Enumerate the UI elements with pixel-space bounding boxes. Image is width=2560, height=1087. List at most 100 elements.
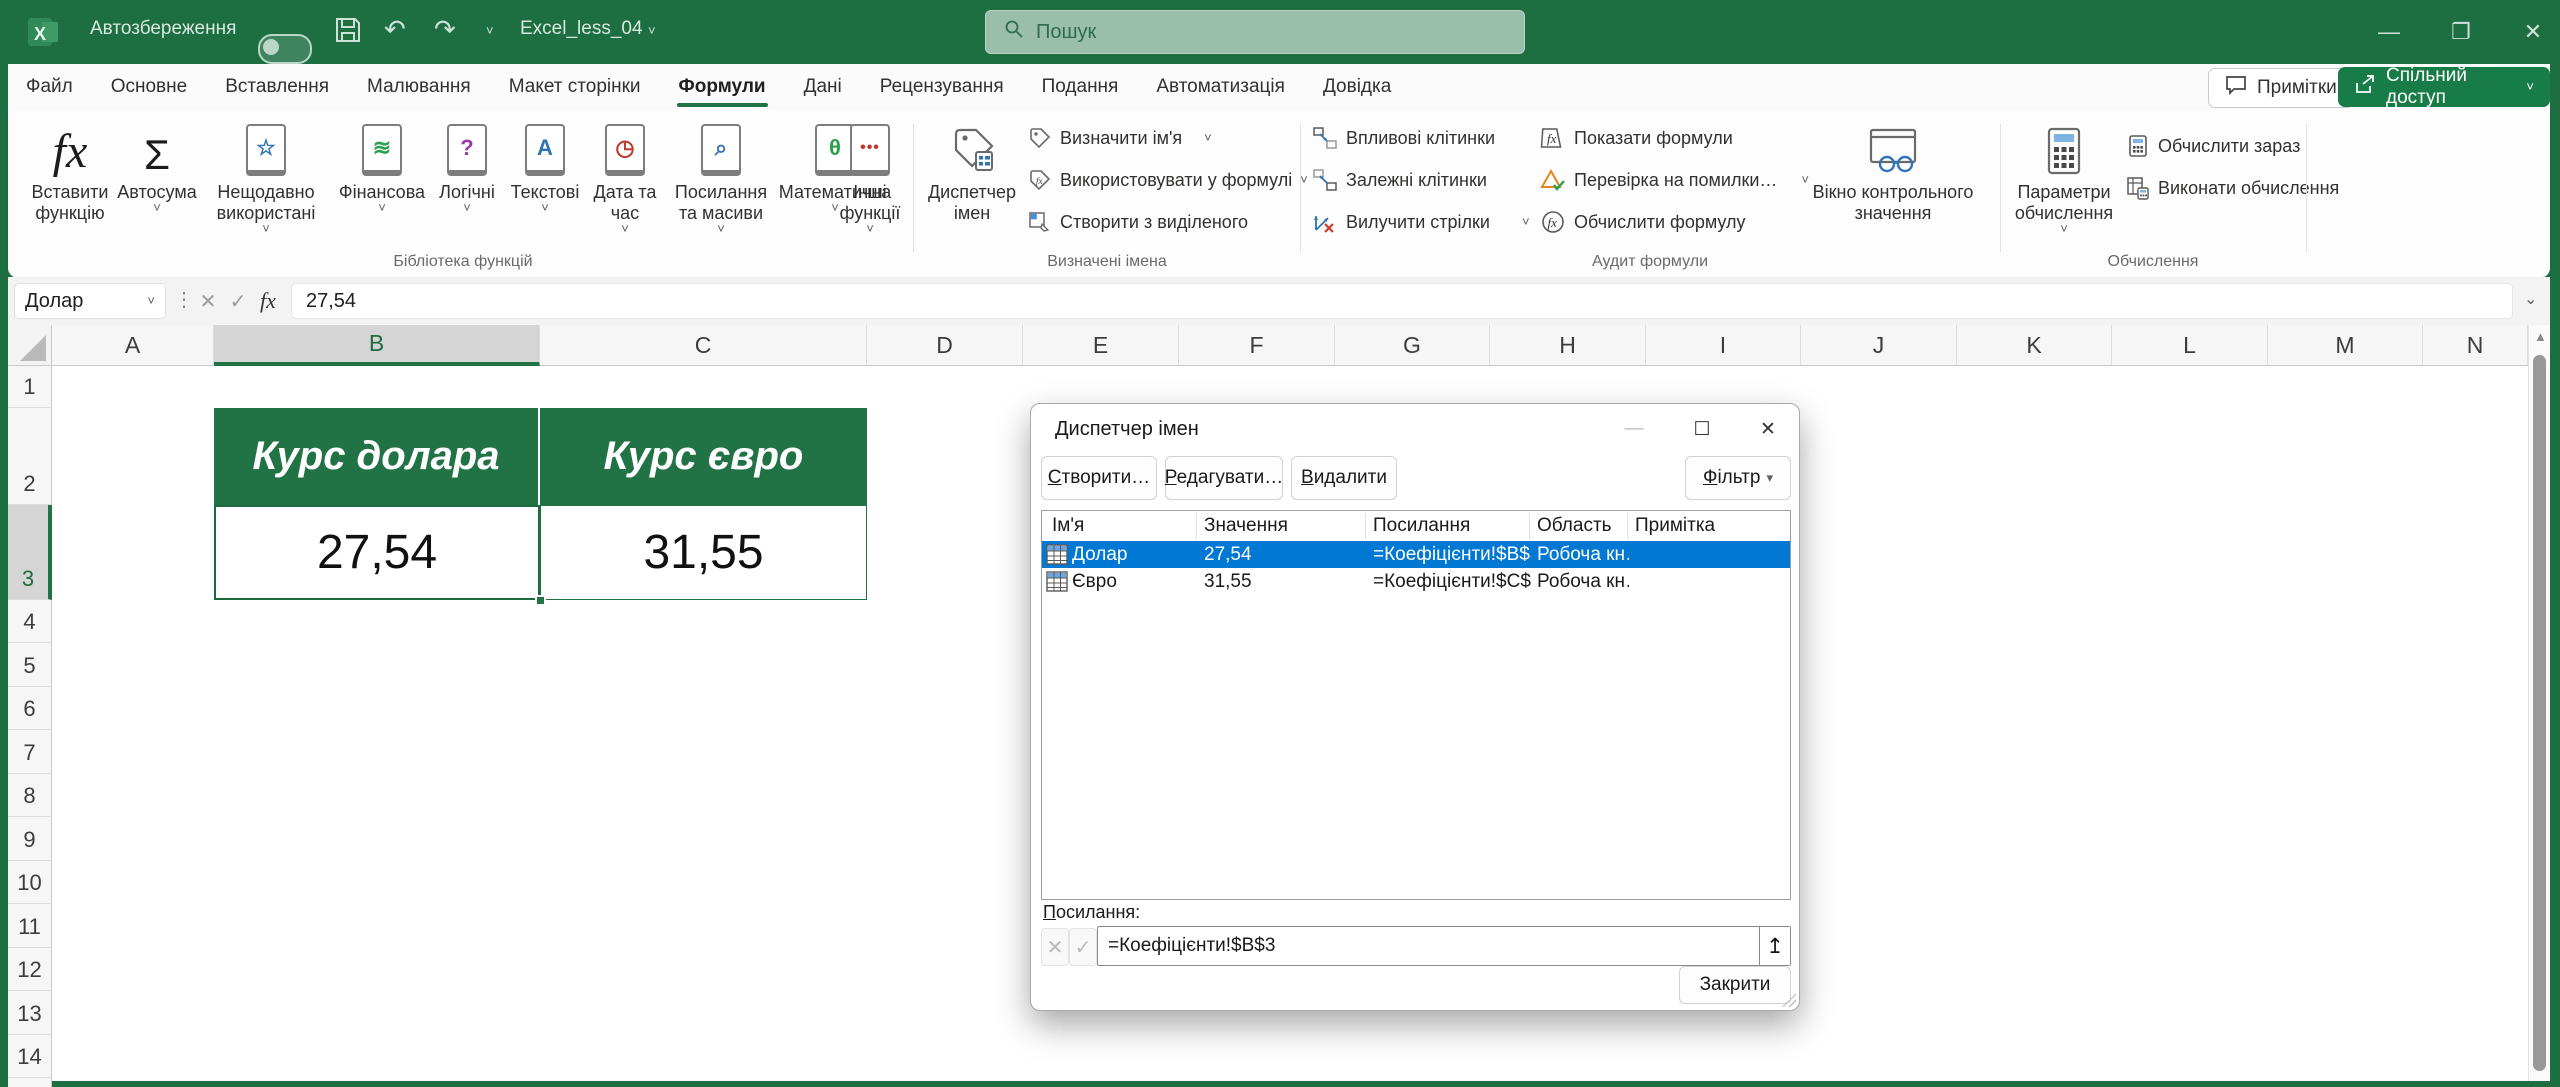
column-header-M[interactable]: M — [2268, 325, 2423, 366]
create-from-selection-button[interactable]: Створити з виділеного — [1028, 208, 1248, 236]
document-title-chevron-icon[interactable]: ˅ — [648, 26, 656, 36]
row-header-11[interactable]: 11 — [8, 904, 52, 948]
tab-home[interactable]: Основне — [107, 64, 192, 110]
list-header-value[interactable]: Значення — [1204, 511, 1288, 541]
list-header-comment[interactable]: Примітка — [1635, 511, 1715, 541]
cell-C3-euro-value[interactable]: 31,55 — [540, 505, 867, 600]
column-header-H[interactable]: H — [1490, 325, 1646, 366]
column-header-G[interactable]: G — [1335, 325, 1490, 366]
dialog-close-button[interactable]: Закрити — [1679, 966, 1791, 1004]
select-all-corner[interactable] — [8, 325, 52, 366]
restore-button[interactable]: ❐ — [2438, 9, 2484, 55]
row-header-2[interactable]: 2 — [8, 408, 52, 505]
column-header-D[interactable]: D — [867, 325, 1023, 366]
tab-automate[interactable]: Автоматизація — [1152, 64, 1289, 110]
insert-function-button[interactable]: fx Вставити функцію — [26, 118, 114, 224]
column-header-F[interactable]: F — [1179, 325, 1335, 366]
comments-button[interactable]: Примітки — [2208, 68, 2354, 108]
row-header-6[interactable]: 6 — [8, 687, 52, 730]
row-header-7[interactable]: 7 — [8, 730, 52, 774]
autosum-button[interactable]: Σ Автосума ˅ — [118, 118, 196, 213]
dialog-resize-grip[interactable] — [1782, 993, 1796, 1007]
close-button[interactable]: ✕ — [2510, 9, 2556, 55]
evaluate-formula-button[interactable]: fx Обчислити формулу — [1540, 208, 1746, 236]
recently-used-button[interactable]: ☆ Нещодавно використані ˅ — [202, 118, 330, 234]
text-functions-button[interactable]: A Текстові ˅ — [506, 118, 584, 213]
dialog-maximize-icon[interactable]: ☐ — [1679, 410, 1725, 448]
trace-precedents-button[interactable]: Впливові клітинки — [1312, 124, 1495, 152]
reference-confirm-icon[interactable]: ✓ — [1069, 928, 1097, 966]
column-header-I[interactable]: I — [1646, 325, 1801, 366]
tab-formulas[interactable]: Формули — [675, 64, 770, 110]
dialog-new-button[interactable]: Створити… — [1041, 456, 1157, 500]
cell-B2-header-dollar[interactable]: Курс долара — [214, 408, 540, 505]
column-header-J[interactable]: J — [1801, 325, 1957, 366]
logical-button[interactable]: ? Логічні ˅ — [432, 118, 502, 213]
document-title[interactable]: Excel_less_04 — [520, 18, 643, 40]
list-header-reference[interactable]: Посилання — [1373, 511, 1470, 541]
row-header-8[interactable]: 8 — [8, 774, 52, 817]
row-header-12[interactable]: 12 — [8, 948, 52, 991]
datetime-button[interactable]: ◷ Дата та час ˅ — [588, 118, 662, 234]
tab-review[interactable]: Рецензування — [876, 64, 1008, 110]
watch-window-button[interactable]: Вікно контрольного значення — [1798, 118, 1988, 224]
row-header-14[interactable]: 14 — [8, 1035, 52, 1078]
row-header-13[interactable]: 13 — [8, 991, 52, 1035]
cell-B3-active-dollar-value[interactable]: 27,54 — [214, 505, 540, 600]
list-header-name[interactable]: Ім'я — [1052, 511, 1084, 541]
insert-function-fx-icon[interactable]: fx — [254, 283, 282, 319]
row-header-10[interactable]: 10 — [8, 861, 52, 904]
calculate-sheet-button[interactable]: Виконати обчислення — [2126, 174, 2339, 202]
tab-view[interactable]: Подання — [1038, 64, 1123, 110]
name-box-splitter-icon[interactable]: ⋮ — [174, 287, 194, 312]
autosave-toggle[interactable] — [258, 34, 312, 64]
remove-arrows-button[interactable]: Вилучити стрілки ˅ — [1312, 208, 1530, 236]
dialog-edit-button[interactable]: Редагувати… — [1165, 456, 1283, 500]
dialog-close-icon[interactable]: ✕ — [1745, 410, 1791, 448]
undo-icon[interactable]: ↶ — [384, 14, 406, 45]
row-header-4[interactable]: 4 — [8, 600, 52, 643]
row-header-3[interactable]: 3 — [8, 505, 52, 600]
tab-insert[interactable]: Вставлення — [221, 64, 333, 110]
reference-cancel-icon[interactable]: ✕ — [1041, 928, 1069, 966]
minimize-button[interactable]: — — [2366, 9, 2412, 55]
row-header-5[interactable]: 5 — [8, 643, 52, 687]
name-box[interactable]: Долар ˅ — [14, 283, 166, 319]
row-header-1[interactable]: 1 — [8, 366, 52, 408]
column-header-C[interactable]: C — [540, 325, 867, 366]
dialog-minimize-icon[interactable]: — — [1611, 410, 1657, 448]
cell-C2-header-euro[interactable]: Курс євро — [540, 408, 867, 505]
define-name-button[interactable]: Визначити ім'я ˅ — [1028, 124, 1212, 152]
tab-data[interactable]: Дані — [800, 64, 846, 110]
use-in-formula-button[interactable]: fx Використовувати у формулі ˅ — [1028, 166, 1308, 194]
quick-access-chevron-icon[interactable]: ˅ — [486, 26, 494, 36]
column-header-K[interactable]: K — [1957, 325, 2112, 366]
financial-button[interactable]: ≋ Фінансова ˅ — [336, 118, 428, 213]
row-header-9[interactable]: 9 — [8, 817, 52, 861]
cancel-icon[interactable]: ✕ — [194, 283, 222, 319]
formula-bar-expand-chevron-icon[interactable]: ⌄ — [2524, 289, 2537, 309]
tab-help[interactable]: Довідка — [1319, 64, 1395, 110]
collapse-dialog-picker-icon[interactable]: ↥ — [1759, 927, 1790, 965]
column-header-A[interactable]: A — [52, 325, 214, 366]
column-header-B[interactable]: B — [214, 325, 540, 366]
reference-input[interactable]: =Коефіцієнти!$B$3 ↥ — [1097, 926, 1791, 966]
trace-dependents-button[interactable]: Залежні клітинки — [1312, 166, 1487, 194]
error-checking-button[interactable]: Перевірка на помилки… ˅ — [1540, 166, 1809, 194]
name-manager-button[interactable]: Диспетчер імен — [926, 118, 1018, 224]
vertical-scrollbar[interactable]: ▲ — [2528, 325, 2550, 1081]
list-row-euro[interactable]: Євро 31,55 =Коефіцієнти!$C$3 Робоча кн… — [1042, 568, 1790, 595]
scroll-up-arrow-icon[interactable]: ▲ — [2534, 329, 2547, 344]
tab-file[interactable]: Файл — [22, 64, 77, 110]
calculate-now-button[interactable]: Обчислити зараз — [2126, 132, 2300, 160]
tab-draw[interactable]: Малювання — [363, 64, 475, 110]
list-row-dollar[interactable]: Долар 27,54 =Коефіцієнти!$B$3 Робоча кн… — [1042, 541, 1790, 568]
redo-icon[interactable]: ↷ — [434, 14, 456, 45]
enter-icon[interactable]: ✓ — [224, 283, 252, 319]
list-header-scope[interactable]: Область — [1537, 511, 1612, 541]
lookup-reference-button[interactable]: ⌕ Посилання та масиви ˅ — [666, 118, 776, 234]
show-formulas-button[interactable]: fx Показати формули — [1540, 124, 1733, 152]
row-header-15[interactable]: 15 — [8, 1078, 52, 1087]
fill-handle[interactable] — [535, 595, 546, 606]
tab-page-layout[interactable]: Макет сторінки — [505, 64, 645, 110]
